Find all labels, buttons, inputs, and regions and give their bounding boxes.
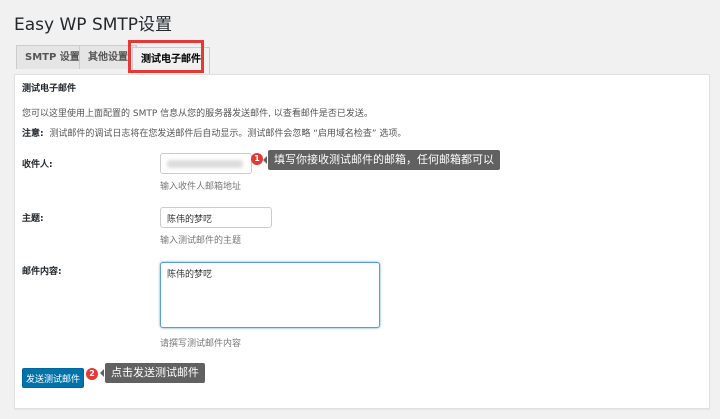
recipient-label: 收件人: [22,160,53,170]
annotation-tooltip-1: 填写你接收测试邮件的邮箱，任何邮箱都可以 [263,150,500,170]
section-heading: 测试电子邮件 [22,84,77,94]
recipient-input[interactable] [160,153,252,174]
subject-input[interactable]: 陈伟的梦呓 [160,207,272,228]
note-label: 注意: [22,129,44,139]
test-email-panel [14,74,710,409]
recipient-help: 输入收件人邮箱地址 [160,182,242,192]
annotation-tooltip-2: 点击发送测试邮件 [100,363,205,383]
subject-label: 主题: [22,214,44,224]
body-textarea[interactable]: 陈伟的梦呓 [160,262,380,328]
body-help: 请撰写测试邮件内容 [160,339,242,349]
note-body: 测试邮件的调试日志将在您发送邮件后自动显示。测试邮件会忽略 “启用域名检查” 选… [49,129,407,139]
tab-smtp-settings[interactable]: SMTP 设置 [16,45,89,69]
subject-help: 输入测试邮件的主题 [160,236,242,246]
page-title: Easy WP SMTP设置 [14,15,173,35]
blurred-email [167,160,243,168]
annotation-badge-1: 1 [251,153,263,165]
highlight-box [128,40,204,73]
body-label: 邮件内容: [22,267,62,277]
annotation-badge-2: 2 [86,368,98,380]
intro-text: 您可以这里使用上面配置的 SMTP 信息从您的服务器发送邮件, 以查看邮件是否已… [22,109,373,119]
note-text: 注意: 测试邮件的调试日志将在您发送邮件后自动显示。测试邮件会忽略 “启用域名检… [22,126,406,139]
send-test-email-button[interactable]: 发送测试邮件 [22,368,84,388]
